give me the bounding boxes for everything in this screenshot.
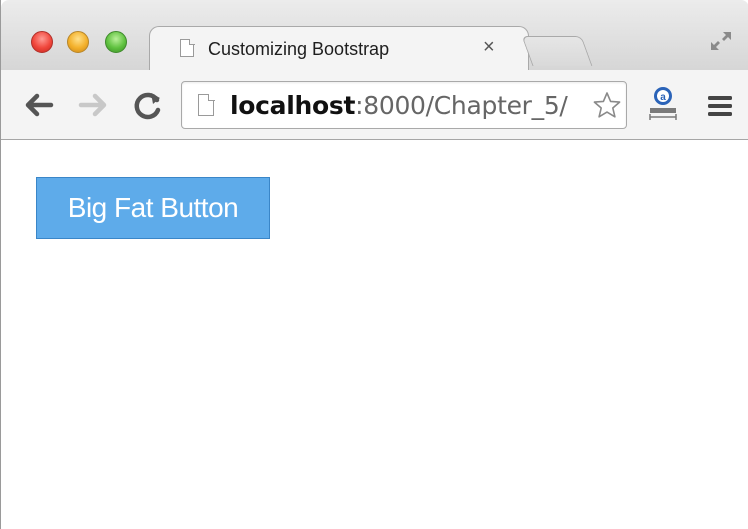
url-host: localhost xyxy=(230,91,356,120)
close-window-button[interactable] xyxy=(31,31,53,53)
page-content: Big Fat Button xyxy=(1,141,748,529)
page-icon xyxy=(180,39,194,57)
forward-arrow-icon[interactable] xyxy=(77,88,111,122)
extension-icon[interactable]: a xyxy=(645,83,681,123)
tab-close-icon[interactable]: × xyxy=(483,36,495,58)
big-fat-button[interactable]: Big Fat Button xyxy=(36,177,270,239)
title-bar: Customizing Bootstrap × xyxy=(1,0,748,71)
browser-toolbar: localhost:8000/Chapter_5/ xyxy=(1,70,748,140)
reload-icon[interactable] xyxy=(131,88,165,122)
address-bar[interactable]: localhost:8000/Chapter_5/ xyxy=(181,81,627,129)
hamburger-menu-icon[interactable] xyxy=(707,95,733,117)
page-icon xyxy=(198,93,215,116)
star-icon[interactable] xyxy=(592,91,622,119)
url-path: :8000/Chapter_5/ xyxy=(355,91,568,120)
zoom-window-button[interactable] xyxy=(105,31,127,53)
tab-title: Customizing Bootstrap xyxy=(208,39,390,59)
new-tab-button[interactable] xyxy=(521,36,593,66)
url-text[interactable]: localhost:8000/Chapter_5/ xyxy=(230,91,568,120)
fullscreen-icon[interactable] xyxy=(709,30,733,52)
back-arrow-icon[interactable] xyxy=(21,88,55,122)
tab-customizing-bootstrap[interactable]: Customizing Bootstrap × xyxy=(149,26,529,71)
svg-text:a: a xyxy=(660,92,666,103)
minimize-window-button[interactable] xyxy=(67,31,89,53)
browser-window: Customizing Bootstrap × localhost:8000/C… xyxy=(0,0,748,529)
